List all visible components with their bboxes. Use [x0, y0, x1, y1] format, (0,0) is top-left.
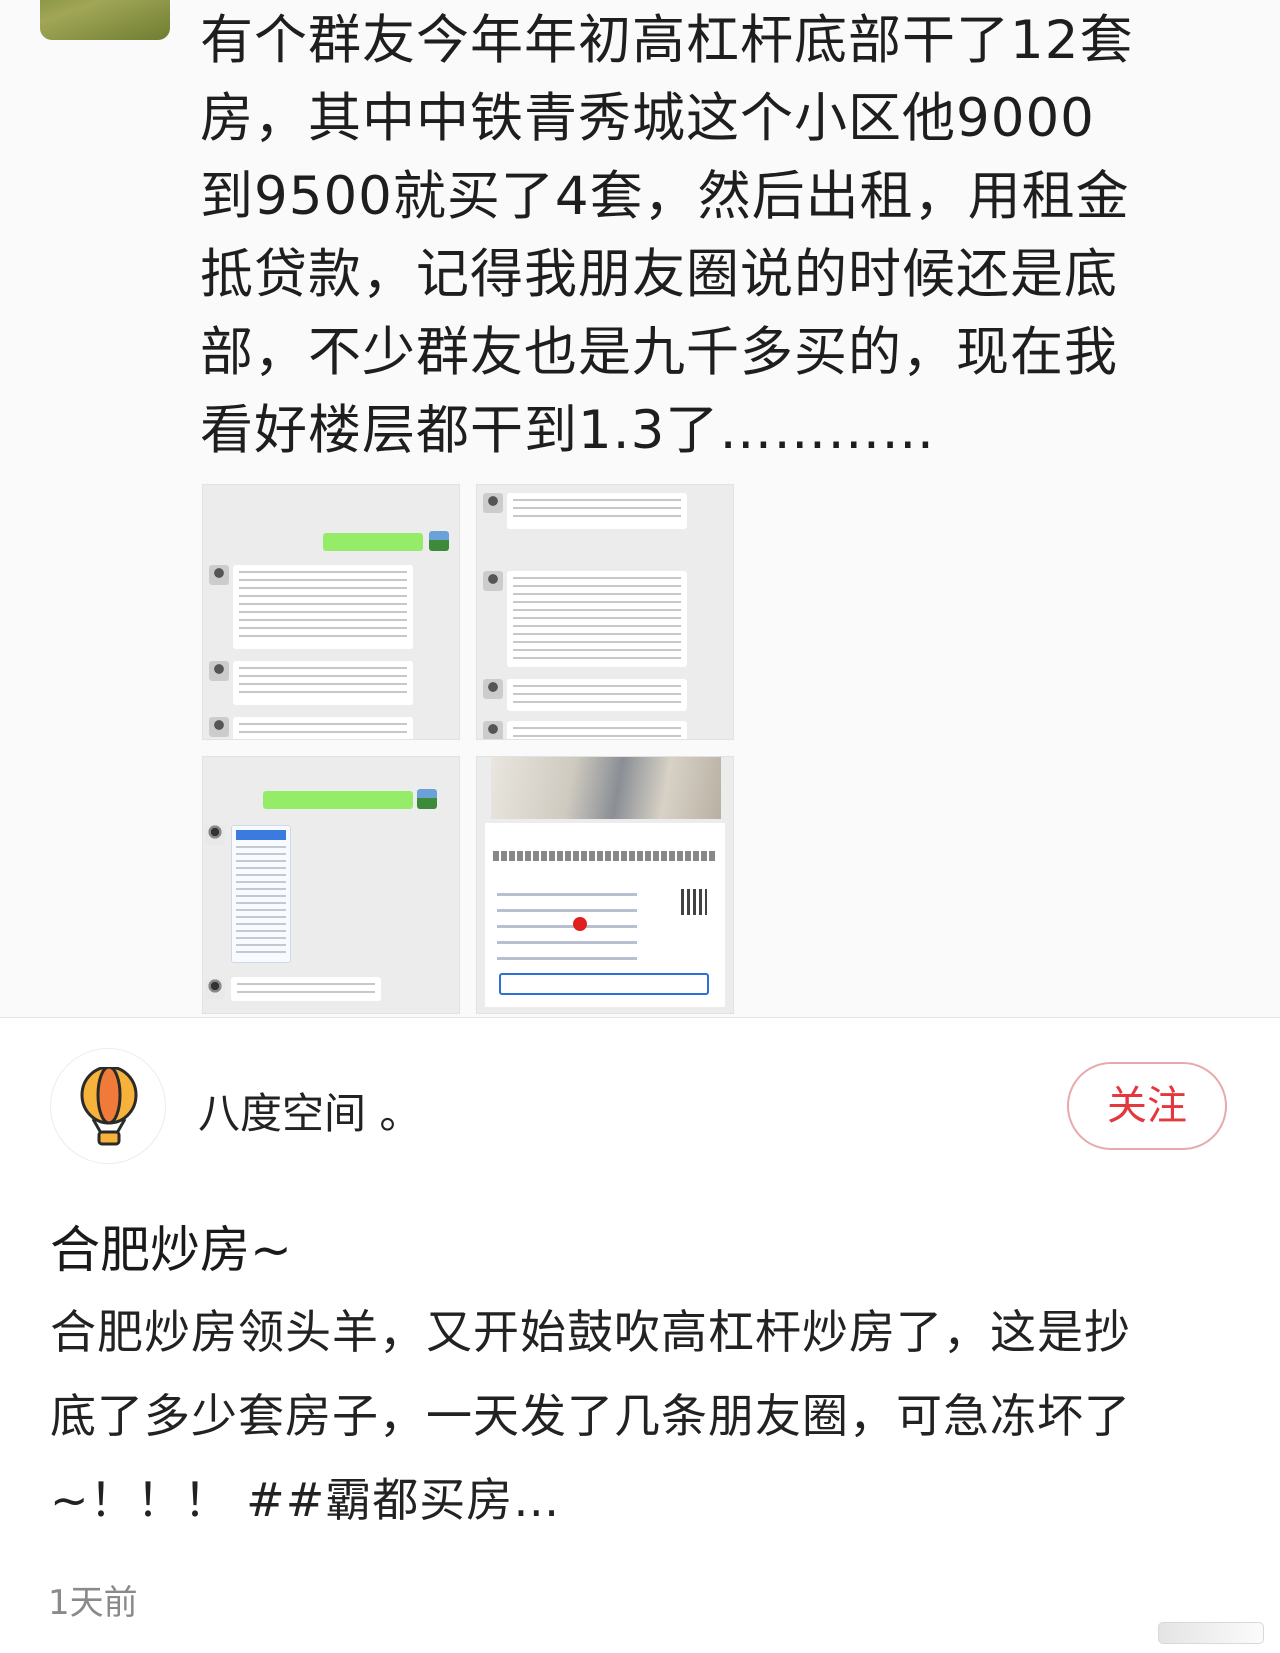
- listing-card: [485, 823, 725, 1007]
- chat-avatar: [483, 571, 503, 591]
- chat-bubble-received: [507, 721, 687, 739]
- scroll-indicator: [1158, 1622, 1264, 1644]
- chat-bubble-received: [507, 679, 687, 711]
- chat-bubble-received: [233, 565, 413, 649]
- chat-avatar: [205, 979, 225, 999]
- post-body-line: 合肥炒房领头羊，又开始鼓吹高杠杆炒房了，这是抄: [50, 1305, 1131, 1359]
- chat-avatar: [209, 717, 229, 737]
- chat-avatar: [205, 825, 225, 845]
- post-timestamp: 1天前: [48, 1583, 138, 1623]
- room-photo: [491, 757, 721, 819]
- listing-details: [497, 893, 637, 973]
- quoted-line: 抵贷款，记得我朋友圈说的时候还是底: [200, 244, 1118, 305]
- listing-button: [499, 973, 709, 995]
- qr-code-icon: [681, 889, 707, 915]
- chat-bubble-received: [507, 571, 687, 667]
- chat-bubble-sent: [263, 791, 413, 809]
- quoted-post: 有个群友今年年初高杠杆底部干了12套 房，其中中铁青秀城这个小区他9000 到9…: [0, 0, 1280, 1018]
- profile-name[interactable]: 八度空间 。: [198, 1080, 421, 1141]
- chat-bubble-received: [231, 977, 381, 1001]
- chat-avatar: [209, 565, 229, 585]
- hot-air-balloon-icon: [80, 1067, 138, 1146]
- chat-screenshot-1[interactable]: [202, 484, 460, 740]
- chat-screenshot-2[interactable]: [476, 484, 734, 740]
- red-dot-indicator: [573, 917, 587, 931]
- quoted-avatar: [40, 0, 170, 40]
- listing-title: [493, 851, 717, 861]
- chat-bubble-sent: [323, 533, 423, 551]
- chat-bubble-received: [233, 661, 413, 705]
- quoted-line: 有个群友今年年初高杠杆底部干了12套: [200, 10, 1134, 71]
- chat-avatar: [429, 531, 449, 551]
- follow-button[interactable]: 关注: [1067, 1062, 1227, 1150]
- post-body-line: 底了多少套房子，一天发了几条朋友圈，可急冻坏了: [50, 1389, 1131, 1443]
- quoted-line: 房，其中中铁青秀城这个小区他9000: [200, 88, 1095, 149]
- chat-avatar: [483, 493, 503, 513]
- avatar[interactable]: [50, 1048, 166, 1164]
- post-body: 合肥炒房领头羊，又开始鼓吹高杠杆炒房了，这是抄 底了多少套房子，一天发了几条朋友…: [50, 1290, 1240, 1542]
- quoted-line: 到9500就买了4套，然后出租，用租金: [200, 166, 1130, 227]
- chat-avatar: [483, 679, 503, 699]
- chat-avatar: [483, 721, 503, 739]
- quoted-line: 部，不少群友也是九千多买的，现在我: [200, 322, 1118, 383]
- chat-bubble-received: [507, 493, 687, 529]
- chat-screenshot-3[interactable]: [202, 756, 460, 1014]
- listing-screenshot[interactable]: [476, 756, 734, 1014]
- chat-avatar: [209, 661, 229, 681]
- post-title: 合肥炒房~: [50, 1221, 292, 1279]
- phone-screenshot-image: [231, 825, 291, 963]
- quoted-text: 有个群友今年年初高杠杆底部干了12套 房，其中中铁青秀城这个小区他9000 到9…: [200, 2, 1250, 470]
- chat-avatar: [417, 789, 437, 809]
- post-body-line[interactable]: ~！！！ ##霸都买房…: [50, 1458, 1240, 1542]
- chat-bubble-received: [233, 717, 413, 739]
- quoted-line: 看好楼层都干到1.3了…………: [200, 400, 936, 461]
